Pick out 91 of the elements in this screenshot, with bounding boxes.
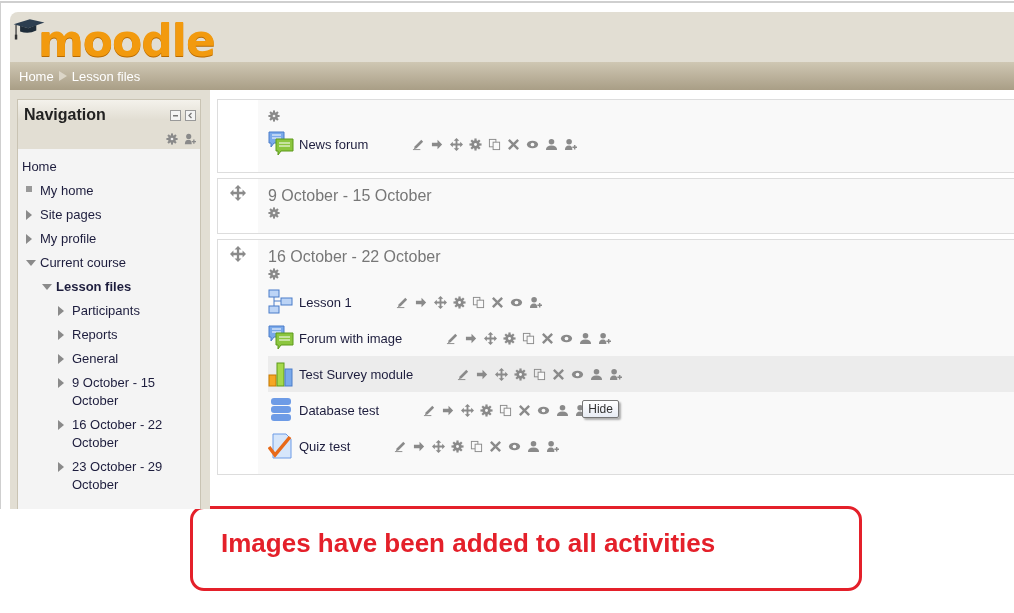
activity-link[interactable]: Database test	[299, 402, 380, 418]
user-icon[interactable]	[590, 367, 604, 381]
pencil-icon[interactable]	[412, 137, 426, 151]
logo-text: moodle	[38, 20, 215, 62]
expanded-caret-icon[interactable]	[26, 260, 36, 266]
collapsed-caret-icon[interactable]	[58, 306, 64, 316]
collapsed-caret-icon[interactable]	[26, 210, 32, 220]
duplicate-icon[interactable]	[499, 403, 513, 417]
nav-item[interactable]: Lesson files	[56, 278, 166, 296]
duplicate-icon[interactable]	[533, 367, 547, 381]
activity-link[interactable]: Forum with image	[299, 330, 403, 346]
database-icon	[268, 397, 294, 423]
nav-item[interactable]: Home	[22, 158, 57, 176]
close-icon[interactable]	[490, 295, 504, 309]
collapsed-caret-icon[interactable]	[58, 378, 64, 388]
nav-item[interactable]: Participants	[72, 302, 182, 320]
duplicate-icon[interactable]	[488, 137, 502, 151]
nav-item[interactable]: 9 October - 15 October	[72, 374, 182, 410]
tooltip: Hide	[582, 399, 619, 418]
flowchart-icon	[268, 289, 294, 315]
settings-icon[interactable]	[166, 133, 178, 145]
user-plus-icon[interactable]	[564, 137, 578, 151]
close-icon[interactable]	[489, 439, 503, 453]
breadcrumb-separator-icon	[58, 71, 67, 81]
bullet-icon	[26, 186, 32, 192]
section-title: 16 October - 22 October	[268, 248, 442, 266]
pencil-icon[interactable]	[395, 295, 409, 309]
move-icon[interactable]	[484, 331, 498, 345]
activity-link[interactable]: Lesson 1	[299, 294, 352, 310]
user-plus-icon[interactable]	[598, 331, 612, 345]
user-plus-icon[interactable]	[528, 295, 542, 309]
settings-icon[interactable]	[514, 367, 528, 381]
pencil-icon[interactable]	[394, 439, 408, 453]
activity-link[interactable]: Quiz test	[299, 438, 351, 454]
move-icon[interactable]	[461, 403, 475, 417]
user-plus-icon[interactable]	[546, 439, 560, 453]
nav-item[interactable]: 16 October - 22 October	[72, 416, 182, 452]
expanded-caret-icon[interactable]	[42, 284, 52, 290]
move-icon[interactable]	[230, 246, 246, 262]
user-plus-icon[interactable]	[184, 133, 196, 145]
move-icon[interactable]	[433, 295, 447, 309]
collapsed-caret-icon[interactable]	[58, 462, 64, 472]
pencil-icon[interactable]	[457, 367, 471, 381]
user-icon[interactable]	[527, 439, 541, 453]
collapsed-caret-icon[interactable]	[26, 234, 32, 244]
duplicate-icon[interactable]	[470, 439, 484, 453]
chat-bubbles-icon	[268, 131, 294, 157]
settings-icon[interactable]	[268, 110, 280, 122]
user-plus-icon[interactable]	[609, 367, 623, 381]
settings-icon[interactable]	[268, 268, 280, 280]
settings-icon[interactable]	[268, 207, 280, 219]
move-icon[interactable]	[450, 137, 464, 151]
nav-item[interactable]: Reports	[72, 326, 182, 344]
pencil-icon[interactable]	[446, 331, 460, 345]
nav-item[interactable]: General	[72, 350, 182, 368]
nav-item[interactable]: Current course	[40, 254, 150, 272]
duplicate-icon[interactable]	[522, 331, 536, 345]
close-icon[interactable]	[507, 137, 521, 151]
user-icon[interactable]	[579, 331, 593, 345]
nav-item[interactable]: Site pages	[40, 206, 150, 224]
bar-chart-icon	[268, 361, 294, 387]
minimize-icon[interactable]	[170, 109, 181, 121]
activity-link[interactable]: Test Survey module	[299, 366, 414, 382]
chat-bubbles-icon	[268, 325, 294, 351]
nav-item[interactable]: My home	[40, 182, 150, 200]
collapsed-caret-icon[interactable]	[58, 420, 64, 430]
settings-icon[interactable]	[503, 331, 517, 345]
nav-item[interactable]: My profile	[40, 230, 150, 248]
pencil-icon[interactable]	[423, 403, 437, 417]
callout-note: Images have been added to all activities	[190, 506, 862, 591]
user-icon[interactable]	[545, 137, 559, 151]
collapsed-caret-icon[interactable]	[58, 330, 64, 340]
collapsed-caret-icon[interactable]	[58, 354, 64, 364]
move-icon[interactable]	[432, 439, 446, 453]
dock-icon[interactable]	[185, 109, 196, 121]
close-icon[interactable]	[541, 331, 555, 345]
user-icon[interactable]	[556, 403, 570, 417]
move-icon[interactable]	[495, 367, 509, 381]
move-icon[interactable]	[230, 185, 246, 201]
settings-icon[interactable]	[480, 403, 494, 417]
settings-icon[interactable]	[469, 137, 483, 151]
close-icon[interactable]	[518, 403, 532, 417]
section-title: 9 October - 15 October	[268, 187, 433, 205]
activity-link[interactable]: News forum	[299, 136, 369, 152]
settings-icon[interactable]	[452, 295, 466, 309]
duplicate-icon[interactable]	[471, 295, 485, 309]
checklist-page-icon	[268, 433, 294, 459]
nav-item[interactable]: 23 October - 29 October	[72, 458, 182, 494]
block-title: Navigation	[24, 106, 107, 124]
close-icon[interactable]	[552, 367, 566, 381]
settings-icon[interactable]	[451, 439, 465, 453]
